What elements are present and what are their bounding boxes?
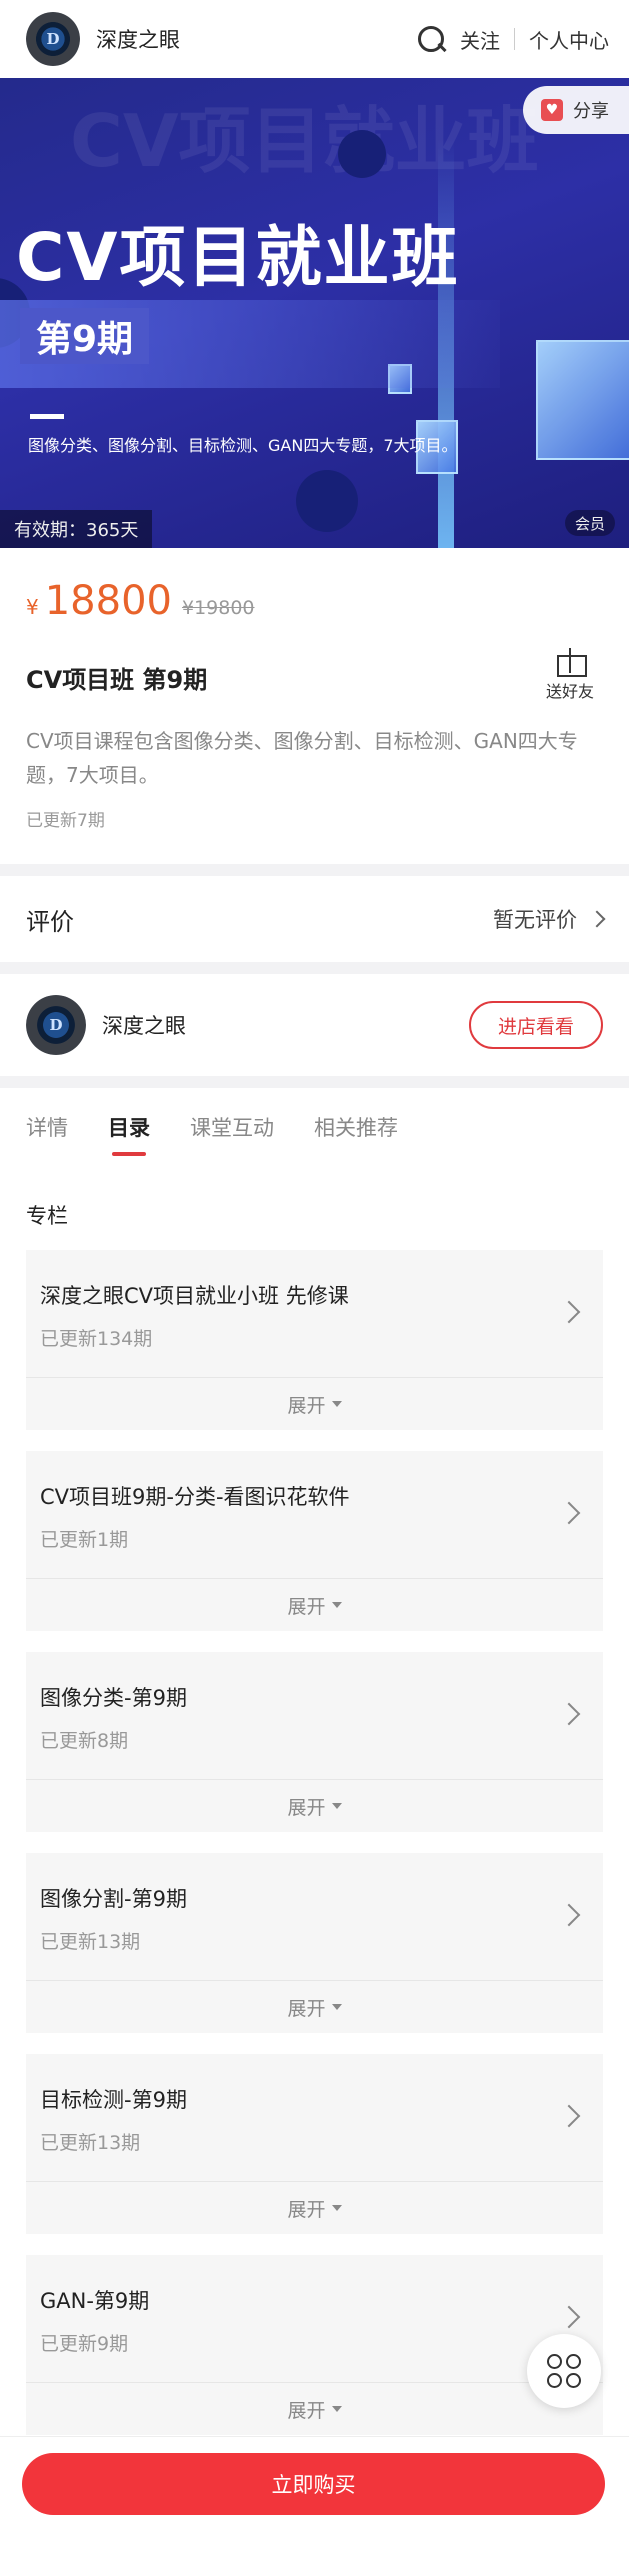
shop-row: 深度之眼 进店看看 — [0, 974, 629, 1076]
buy-now-button[interactable]: 立即购买 — [22, 2453, 605, 2515]
banner-description: 图像分类、图像分割、目标检测、GAN四大专题，7大项目。 — [28, 436, 458, 455]
course-updated-count: 已更新7期 — [26, 811, 105, 831]
shop-avatar[interactable] — [26, 995, 86, 1055]
chevron-right-icon — [557, 1702, 581, 1726]
column-card[interactable]: GAN-第9期 已更新9期 展开 — [26, 2255, 603, 2435]
banner-dash — [30, 414, 64, 419]
original-price: ¥19800 — [181, 597, 255, 619]
column-card[interactable]: 目标检测-第9期 已更新13期 展开 — [26, 2054, 603, 2234]
profile-link[interactable]: 个人中心 — [529, 25, 609, 54]
shop-name[interactable]: 深度之眼 — [102, 1010, 469, 1040]
column-updated: 已更新13期 — [40, 1931, 141, 1953]
tab-recommend[interactable]: 相关推荐 — [314, 1112, 398, 1142]
expand-button[interactable]: 展开 — [26, 1579, 603, 1631]
caret-down-icon — [331, 2004, 342, 2010]
expand-button[interactable]: 展开 — [26, 1780, 603, 1832]
expand-label: 展开 — [287, 1595, 326, 1618]
validity-badge: 有效期：365天 — [0, 510, 153, 548]
bottom-bar: 立即购买 — [0, 2436, 629, 2560]
column-card[interactable]: CV项目班9期-分类-看图识花软件 已更新1期 展开 — [26, 1451, 603, 1631]
column-title: 目标检测-第9期 — [40, 2088, 187, 2112]
banner-cube — [536, 340, 629, 460]
caret-down-icon — [331, 1803, 342, 1809]
currency-symbol: ¥ — [26, 595, 39, 619]
share-label: 分享 — [573, 101, 609, 122]
column-updated: 已更新9期 — [40, 2333, 129, 2355]
send-friend-label: 送好友 — [545, 682, 594, 701]
column-card[interactable]: 图像分类-第9期 已更新8期 展开 — [26, 1652, 603, 1832]
caret-down-icon — [331, 1401, 342, 1407]
chevron-right-icon — [557, 2104, 581, 2128]
chevron-right-icon — [588, 910, 606, 928]
course-title: CV项目班 第9期 — [26, 666, 208, 694]
expand-label: 展开 — [287, 1394, 326, 1417]
review-status: 暂无评价 — [493, 908, 577, 932]
member-badge: 会员 — [564, 510, 615, 536]
floating-menu-button[interactable] — [527, 2334, 601, 2408]
review-row[interactable]: 评价 暂无评价 — [0, 876, 629, 962]
price-row: ¥ 18800 ¥19800 — [26, 578, 255, 624]
section-divider — [0, 962, 629, 974]
chevron-right-icon — [557, 1300, 581, 1324]
banner-decor-circle — [338, 130, 386, 178]
column-title: GAN-第9期 — [40, 2289, 150, 2313]
section-divider — [0, 1076, 629, 1088]
expand-label: 展开 — [287, 2399, 326, 2422]
banner-title: CV项目就业班 — [16, 219, 460, 296]
column-title: 图像分类-第9期 — [40, 1686, 187, 1710]
column-title: 深度之眼CV项目就业小班 先修课 — [40, 1284, 349, 1308]
current-price: 18800 — [44, 578, 172, 624]
chevron-right-icon — [557, 1501, 581, 1525]
expand-button[interactable]: 展开 — [26, 1378, 603, 1430]
banner-bg-title: CV项目就业班 — [70, 99, 539, 183]
gift-icon — [554, 646, 587, 677]
expand-label: 展开 — [287, 1796, 326, 1819]
grid-menu-icon — [547, 2354, 581, 2388]
column-card[interactable]: 深度之眼CV项目就业小班 先修课 已更新134期 展开 — [26, 1250, 603, 1430]
column-updated: 已更新134期 — [40, 1328, 153, 1350]
column-updated: 已更新8期 — [40, 1730, 129, 1752]
chevron-right-icon — [557, 1903, 581, 1927]
brand-avatar[interactable] — [26, 12, 80, 66]
content-tabs: 详情 目录 课堂互动 相关推荐 — [26, 1112, 438, 1156]
column-updated: 已更新13期 — [40, 2132, 141, 2154]
expand-label: 展开 — [287, 2198, 326, 2221]
expand-label: 展开 — [287, 1997, 326, 2020]
column-card[interactable]: 图像分割-第9期 已更新13期 展开 — [26, 1853, 603, 2033]
expand-button[interactable]: 展开 — [26, 2383, 603, 2435]
column-updated: 已更新1期 — [40, 1529, 129, 1551]
caret-down-icon — [331, 2205, 342, 2211]
section-label: 专栏 — [26, 1204, 68, 1228]
course-description: CV项目课程包含图像分类、图像分割、目标检测、GAN四大专题，7大项目。 — [26, 729, 578, 787]
section-divider — [0, 864, 629, 876]
column-title: 图像分割-第9期 — [40, 1887, 187, 1911]
expand-button[interactable]: 展开 — [26, 1981, 603, 2033]
share-icon — [541, 99, 563, 121]
header-divider — [514, 28, 515, 50]
banner-decor-circle — [296, 470, 358, 532]
chevron-right-icon — [557, 2305, 581, 2329]
send-friend-button[interactable]: 送好友 — [540, 646, 600, 702]
top-header: 深度之眼 关注 个人中心 — [0, 0, 629, 78]
visit-shop-button[interactable]: 进店看看 — [469, 1001, 603, 1049]
search-icon[interactable] — [414, 22, 448, 56]
review-label: 评价 — [26, 907, 74, 936]
caret-down-icon — [331, 2406, 342, 2412]
banner-subtitle: 第9期 — [20, 308, 150, 364]
tab-interaction[interactable]: 课堂互动 — [190, 1112, 274, 1142]
column-title: CV项目班9期-分类-看图识花软件 — [40, 1485, 350, 1509]
brand-name[interactable]: 深度之眼 — [96, 24, 414, 54]
expand-button[interactable]: 展开 — [26, 2182, 603, 2234]
share-button[interactable]: 分享 — [523, 86, 629, 134]
tab-catalog[interactable]: 目录 — [108, 1112, 150, 1156]
follow-link[interactable]: 关注 — [460, 25, 500, 54]
tab-details[interactable]: 详情 — [26, 1112, 68, 1142]
course-banner: CV项目就业班 CV项目就业班 第9期 图像分类、图像分割、目标检测、GAN四大… — [0, 78, 629, 548]
caret-down-icon — [331, 1602, 342, 1608]
